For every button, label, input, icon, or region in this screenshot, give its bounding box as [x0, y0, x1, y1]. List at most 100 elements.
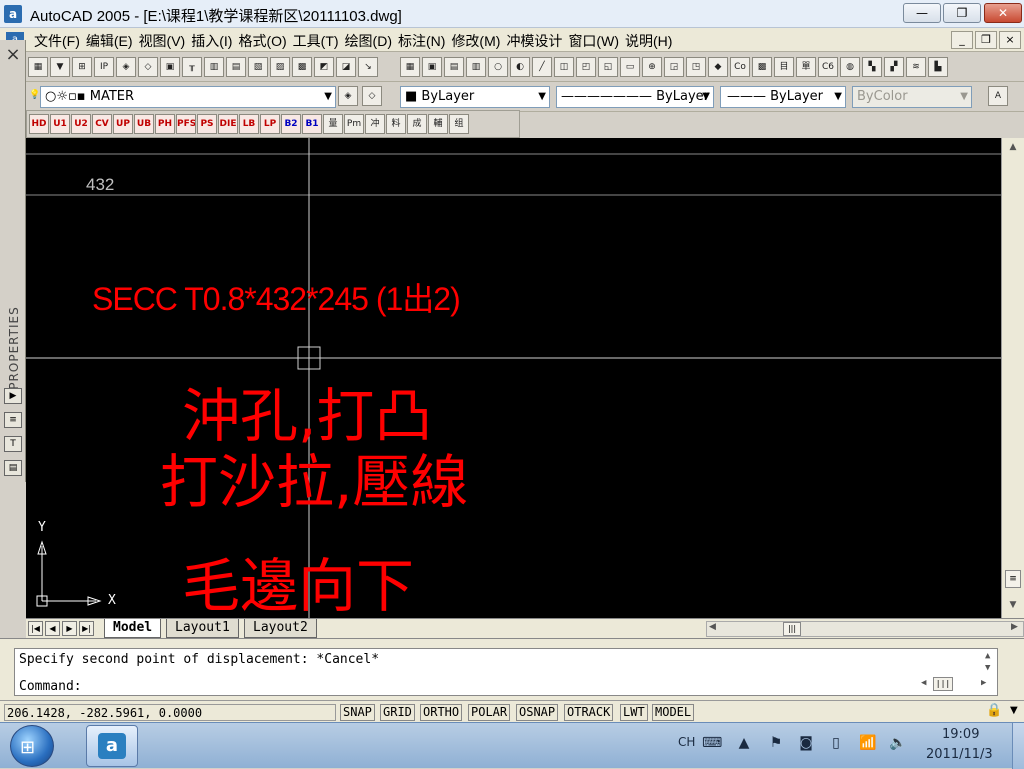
die-tool-lb[interactable]: LB [239, 114, 259, 134]
tool-icon[interactable]: C6 [818, 57, 838, 77]
tool-icon[interactable]: ○ [488, 57, 508, 77]
tool-icon[interactable]: ≋ [906, 57, 926, 77]
tool-icon[interactable]: ▨ [270, 57, 290, 77]
linetype-dropdown[interactable]: ——————— ByLayer ▼ [556, 86, 714, 108]
polar-toggle[interactable]: POLAR [468, 704, 511, 721]
horizontal-scrollbar[interactable]: ◀ ||| ▶ [706, 621, 1024, 637]
sheet-set-icon[interactable]: ▤ [4, 460, 22, 476]
volume-icon[interactable]: 🔈 [888, 735, 908, 753]
properties-label[interactable]: PROPERTIES [7, 303, 23, 393]
die-tool-group[interactable]: 组 [449, 114, 469, 134]
grid-toggle[interactable]: GRID [380, 704, 415, 721]
die-tool-form[interactable]: 成 [407, 114, 427, 134]
tool-icon[interactable]: ▧ [248, 57, 268, 77]
layer-previous-icon[interactable]: ◇ [362, 86, 382, 106]
tool-icon[interactable]: 單 [796, 57, 816, 77]
osnap-toggle[interactable]: OSNAP [516, 704, 559, 721]
cmd-scroll-down-icon[interactable]: ▼ [985, 663, 990, 673]
tool-icon[interactable]: ◪ [336, 57, 356, 77]
input-language[interactable]: CH [678, 735, 695, 749]
menu-die-design[interactable]: 冲模设计 [506, 31, 568, 51]
maximize-button[interactable]: ❐ [943, 3, 981, 23]
drawing-canvas[interactable]: 432 SECC T0.8*432*245 (1出2) 沖孔,打凸 打沙拉,壓線… [26, 138, 1001, 618]
scroll-right-icon[interactable]: ▶ [1011, 622, 1018, 632]
security-icon[interactable]: ◙ [796, 735, 816, 753]
tool-icon[interactable]: Co [730, 57, 750, 77]
auto-hide-icon[interactable]: ▶ [4, 388, 22, 404]
tool-icon[interactable]: ◳ [686, 57, 706, 77]
die-tool-ps[interactable]: PS [197, 114, 217, 134]
tool-icon[interactable]: ▥ [466, 57, 486, 77]
tool-icon[interactable]: ╥ [182, 57, 202, 77]
last-tab-icon[interactable]: ▶| [79, 621, 94, 636]
tool-icon[interactable]: ⊕ [642, 57, 662, 77]
vertical-scrollbar[interactable]: ▲ ≡ ▼ [1001, 138, 1024, 618]
hscroll-thumb[interactable]: ||| [783, 622, 801, 636]
tool-icon[interactable]: ◆ [708, 57, 728, 77]
tool-icon[interactable]: ◐ [510, 57, 530, 77]
tool-icon[interactable]: ◰ [576, 57, 596, 77]
tab-layout1[interactable]: Layout1 [166, 619, 239, 638]
network-icon[interactable]: 📶 [858, 735, 878, 753]
tool-palette-icon[interactable]: T [4, 436, 22, 452]
snap-toggle[interactable]: SNAP [340, 704, 375, 721]
tool-icon[interactable]: IP [94, 57, 114, 77]
tab-model[interactable]: Model [104, 619, 162, 638]
tool-icon[interactable]: ▤ [226, 57, 246, 77]
tool-icon[interactable]: ▦ [28, 57, 48, 77]
tool-icon[interactable]: 目 [774, 57, 794, 77]
die-tool-hd[interactable]: HD [29, 114, 49, 134]
model-toggle[interactable]: MODEL [652, 704, 695, 721]
tool-icon[interactable]: ◍ [840, 57, 860, 77]
make-layer-current-icon[interactable]: ◈ [338, 86, 358, 106]
coordinate-display[interactable]: 206.1428, -282.5961, 0.0000 [4, 704, 336, 721]
close-button[interactable]: ✕ [984, 3, 1022, 23]
tool-icon[interactable]: ▞ [884, 57, 904, 77]
action-center-flag-icon[interactable]: ⚑ [766, 735, 786, 753]
mdi-close-button[interactable]: × [999, 31, 1021, 49]
tool-icon[interactable]: ◲ [664, 57, 684, 77]
layer-dropdown[interactable]: ○☼▫▪ MATER ▼ [40, 86, 336, 108]
show-hidden-icons-icon[interactable]: ▲ [734, 735, 754, 753]
tool-icon[interactable]: ▙ [928, 57, 948, 77]
tool-icon[interactable]: ▦ [400, 57, 420, 77]
color-dropdown[interactable]: ■ ByLayer ▼ [400, 86, 550, 108]
close-icon[interactable]: × [4, 46, 22, 64]
lineweight-dropdown[interactable]: ——— ByLayer ▼ [720, 86, 846, 108]
command-prompt[interactable]: Command: [19, 679, 82, 694]
tool-icon[interactable]: ▥ [204, 57, 224, 77]
keyboard-icon[interactable]: ⌨ [702, 735, 722, 753]
scroll-left-icon[interactable]: ◀ [709, 622, 716, 632]
menu-modify[interactable]: 修改(M) [451, 31, 506, 51]
tab-layout2[interactable]: Layout2 [244, 619, 317, 638]
die-tool-ph[interactable]: PH [155, 114, 175, 134]
autocad-app-icon[interactable]: a [4, 5, 22, 23]
ortho-toggle[interactable]: ORTHO [420, 704, 463, 721]
clock-time[interactable]: 19:09 [942, 727, 979, 742]
tool-icon[interactable]: ▚ [862, 57, 882, 77]
prev-tab-icon[interactable]: ◀ [45, 621, 60, 636]
tool-icon[interactable]: ▤ [444, 57, 464, 77]
scroll-thumb[interactable]: ≡ [1005, 570, 1021, 588]
tool-icon[interactable]: ◈ [116, 57, 136, 77]
die-tool-up[interactable]: UP [113, 114, 133, 134]
die-tool-die[interactable]: DIE [218, 114, 238, 134]
show-desktop-button[interactable] [1012, 723, 1024, 769]
menu-draw[interactable]: 绘图(D) [345, 31, 398, 51]
die-tool-b1[interactable]: B1 [302, 114, 322, 134]
first-tab-icon[interactable]: |◀ [28, 621, 43, 636]
die-tool-punch[interactable]: 冲 [365, 114, 385, 134]
menu-file[interactable]: 文件(F) [34, 31, 86, 51]
die-tool-b2[interactable]: B2 [281, 114, 301, 134]
die-tool-aux[interactable]: 輔 [428, 114, 448, 134]
next-tab-icon[interactable]: ▶ [62, 621, 77, 636]
die-tool-u1[interactable]: U1 [50, 114, 70, 134]
tool-icon[interactable]: ▩ [292, 57, 312, 77]
die-tool-u2[interactable]: U2 [71, 114, 91, 134]
tool-icon[interactable]: ⊞ [72, 57, 92, 77]
tool-icon[interactable]: ▣ [422, 57, 442, 77]
command-line-box[interactable]: Specify second point of displacement: *C… [14, 648, 998, 696]
cmd-scroll-right-icon[interactable]: ▶ [981, 678, 986, 688]
tool-icon[interactable]: ▭ [620, 57, 640, 77]
status-menu-icon[interactable]: ▼ [1010, 705, 1018, 716]
